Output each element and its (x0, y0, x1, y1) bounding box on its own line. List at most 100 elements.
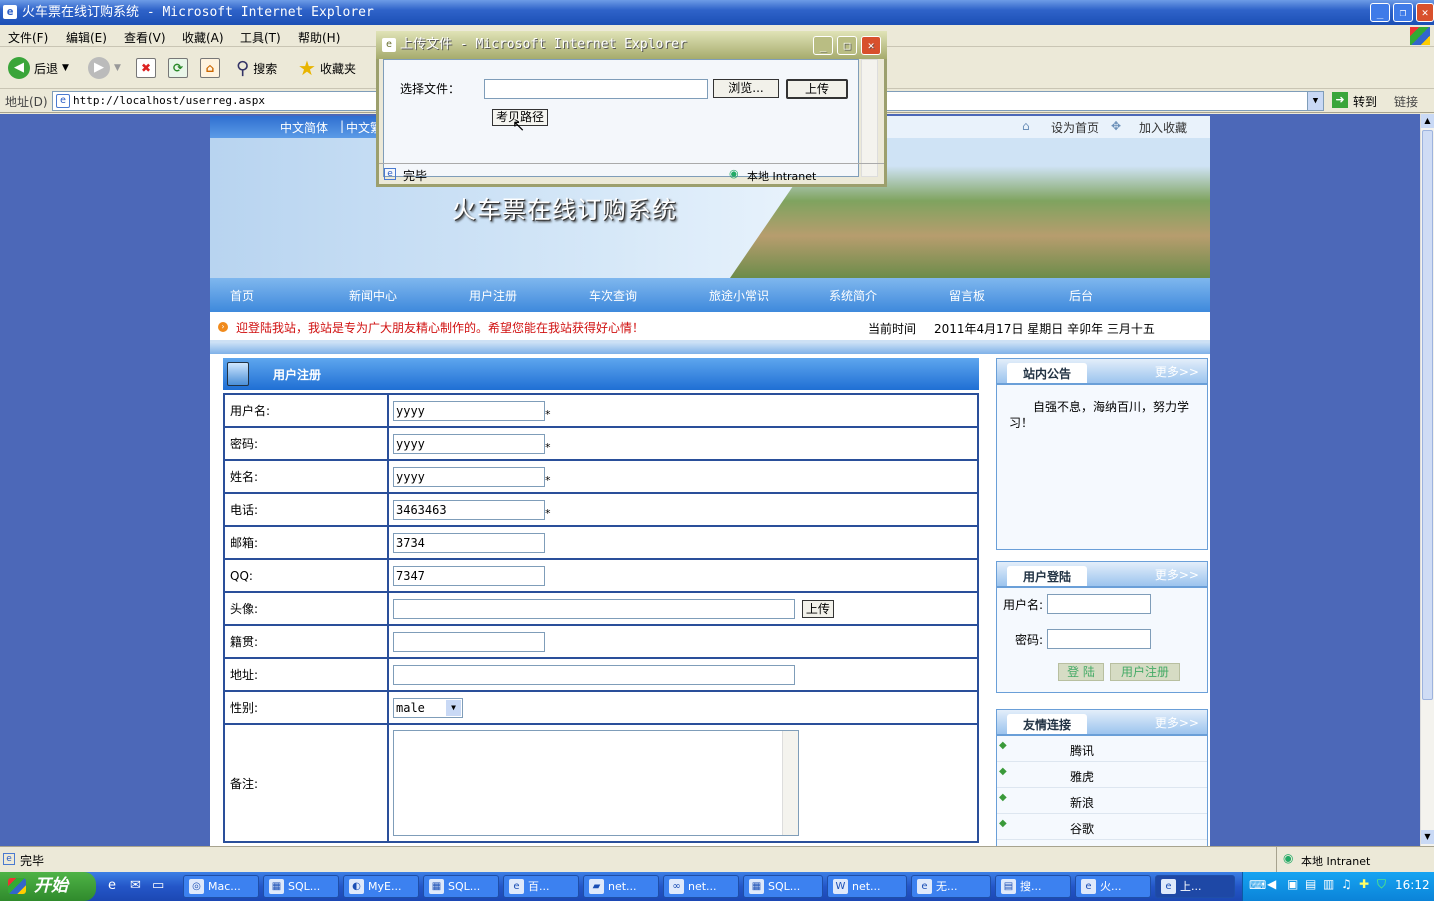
list-item[interactable]: ◆ 雅虎 (997, 762, 1207, 788)
login-password-input[interactable] (1047, 629, 1151, 649)
textarea-scrollbar[interactable] (782, 731, 798, 835)
menu-favorites[interactable]: 收藏(A) (182, 29, 224, 46)
scroll-down-icon[interactable]: ▼ (1421, 830, 1434, 844)
password-input[interactable]: yyyy (393, 433, 545, 454)
list-item[interactable]: ◆ 腾讯 (997, 736, 1207, 762)
scroll-up-icon[interactable]: ▲ (1421, 114, 1434, 128)
task-net-doc[interactable]: Wnet... (827, 875, 907, 898)
link-google[interactable]: 谷歌 (1070, 820, 1094, 837)
login-username-input[interactable] (1047, 594, 1151, 614)
required-mark: * (545, 440, 551, 454)
favorites-button[interactable]: ★ 收藏夹 (298, 55, 356, 81)
menu-tools[interactable]: 工具(T) (240, 29, 281, 46)
dialog-close-button[interactable]: ✕ (861, 36, 881, 55)
upload-button[interactable]: 上传 (786, 79, 848, 99)
shield-icon[interactable]: ⛉ (1377, 877, 1386, 892)
nav-travel-tips[interactable]: 旅途小常识 (709, 287, 769, 304)
email-input[interactable]: 3734 (393, 532, 545, 553)
set-homepage-link[interactable]: 设为首页 (1051, 119, 1099, 136)
task-net-folder[interactable]: ▰ net... (583, 875, 659, 898)
browse-button[interactable]: 浏览... (713, 79, 779, 98)
list-item[interactable]: ◆ 谷歌 (997, 814, 1207, 840)
add-favorite-link[interactable]: 加入收藏 (1139, 119, 1187, 136)
qq-input[interactable]: 7347 (393, 565, 545, 586)
volume-icon[interactable]: ♫ (1341, 877, 1352, 891)
dialog-titlebar[interactable]: e 上传文件 - Microsoft Internet Explorer _ □… (376, 31, 887, 59)
file-path-input[interactable] (484, 79, 708, 99)
task-net-vs[interactable]: ∞ net... (663, 875, 739, 898)
tray-collapse-icon[interactable]: ◀ (1267, 877, 1276, 891)
search-icon: ⚲ (236, 57, 250, 79)
close-button[interactable]: ✕ (1416, 3, 1434, 22)
address-input[interactable] (393, 664, 795, 685)
task-untitled[interactable]: e 无... (911, 875, 991, 898)
dialog-scrollbar[interactable] (861, 59, 878, 177)
nav-register[interactable]: 用户注册 (469, 287, 517, 304)
name-input[interactable]: yyyy (393, 466, 545, 487)
username-input[interactable]: yyyy (393, 400, 545, 421)
keyboard-icon[interactable]: ⌨ (1249, 878, 1266, 892)
quicklaunch-ie-icon[interactable]: e (108, 878, 116, 893)
task-sql-1[interactable]: ▦ SQL... (263, 875, 339, 898)
nav-about[interactable]: 系统简介 (829, 287, 877, 304)
link-tencent[interactable]: 腾讯 (1070, 742, 1094, 759)
window-titlebar[interactable]: e 火车票在线订购系统 - Microsoft Internet Explore… (0, 0, 1434, 25)
gender-select[interactable]: male ▼ (393, 697, 463, 718)
quicklaunch-desktop-icon[interactable]: ▭ (152, 878, 164, 893)
task-baidu[interactable]: e 百... (503, 875, 579, 898)
dialog-minimize-button[interactable]: _ (813, 36, 833, 55)
task-upload[interactable]: e 上... (1155, 875, 1235, 898)
login-more-link[interactable]: 更多>> (1155, 566, 1199, 583)
home-button[interactable]: ⌂ (200, 55, 220, 81)
menu-help[interactable]: 帮助(H) (298, 29, 340, 46)
login-register-button[interactable]: 用户注册 (1110, 663, 1180, 681)
links-more-link[interactable]: 更多>> (1155, 714, 1199, 731)
scroll-thumb[interactable] (1422, 130, 1433, 700)
menu-edit[interactable]: 编辑(E) (66, 29, 107, 46)
task-mye[interactable]: ◐ MyE... (343, 875, 419, 898)
nav-train-search[interactable]: 车次查询 (589, 287, 637, 304)
nav-news[interactable]: 新闻中心 (349, 287, 397, 304)
phone-input[interactable]: 3463463 (393, 499, 545, 520)
menu-view[interactable]: 查看(V) (124, 29, 166, 46)
link-sina[interactable]: 新浪 (1070, 794, 1094, 811)
go-button[interactable]: 转到 (1353, 93, 1377, 110)
quicklaunch-outlook-icon[interactable]: ✉ (130, 878, 141, 893)
list-item[interactable]: ◆ 新浪 (997, 788, 1207, 814)
remark-textarea[interactable] (393, 730, 799, 836)
origin-input[interactable] (393, 631, 545, 652)
page-scrollbar[interactable]: ▲ ▼ (1420, 114, 1434, 846)
login-button[interactable]: 登 陆 (1058, 663, 1104, 681)
task-search[interactable]: ▤ 搜... (995, 875, 1071, 898)
task-train[interactable]: e 火... (1075, 875, 1151, 898)
links-button[interactable]: 链接 (1394, 93, 1418, 110)
stop-button[interactable]: ✖ (136, 55, 156, 81)
avatar-upload-button[interactable]: 上传 (801, 599, 834, 618)
link-yahoo[interactable]: 雅虎 (1070, 768, 1094, 785)
address-dropdown-icon[interactable]: ▼ (1307, 92, 1323, 110)
display-icon[interactable]: ▥ (1323, 877, 1334, 891)
go-arrow-icon[interactable]: ➜ (1332, 92, 1348, 108)
start-button[interactable]: 开始 (0, 872, 96, 901)
task-sql-3[interactable]: ▦ SQL... (743, 875, 823, 898)
forward-button[interactable]: ▶ ▼ (88, 55, 121, 81)
menu-file[interactable]: 文件(F) (8, 29, 48, 46)
maximize-button[interactable]: ❐ (1393, 3, 1413, 22)
back-button[interactable]: ◀ 后退 ▼ (8, 55, 69, 81)
update-icon[interactable]: ✚ (1359, 877, 1369, 891)
nav-admin[interactable]: 后台 (1069, 287, 1093, 304)
refresh-button[interactable]: ⟳ (168, 55, 188, 81)
upload-dialog: e 上传文件 - Microsoft Internet Explorer _ □… (376, 31, 887, 187)
network-icon[interactable]: ▣ (1287, 877, 1298, 891)
task-sql-2[interactable]: ▦ SQL... (423, 875, 499, 898)
dialog-maximize-button[interactable]: □ (837, 36, 857, 55)
nav-home[interactable]: 首页 (230, 287, 254, 304)
avatar-input[interactable] (393, 598, 795, 619)
minimize-button[interactable]: _ (1370, 3, 1390, 22)
monitor-icon[interactable]: ▤ (1305, 877, 1316, 891)
task-mac[interactable]: ◎ Mac... (183, 875, 259, 898)
search-button[interactable]: ⚲ 搜索 (236, 55, 277, 81)
lang-simplified-link[interactable]: 中文简体 (280, 119, 328, 136)
nav-guestbook[interactable]: 留言板 (949, 287, 985, 304)
announce-more-link[interactable]: 更多>> (1155, 363, 1199, 380)
